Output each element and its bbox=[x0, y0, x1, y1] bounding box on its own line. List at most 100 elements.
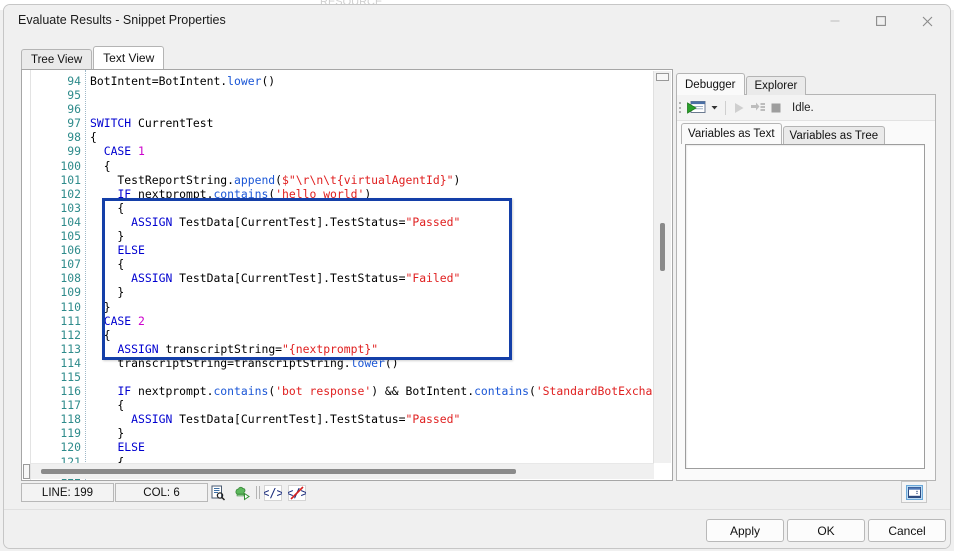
variables-output-box[interactable] bbox=[685, 144, 925, 469]
code-token: contains bbox=[474, 384, 529, 398]
code-token bbox=[131, 314, 138, 328]
code-token: { bbox=[90, 130, 97, 144]
debugger-status: Idle. bbox=[792, 102, 814, 114]
cancel-button[interactable]: Cancel bbox=[868, 519, 946, 542]
line-number: 115 bbox=[31, 370, 85, 384]
horizontal-scroll-left-cap[interactable] bbox=[23, 464, 30, 479]
code-token: nextprompt. bbox=[131, 187, 213, 201]
show-code-button[interactable]: </> bbox=[261, 483, 285, 502]
code-token: TestReportString. bbox=[90, 173, 234, 187]
status-divider-1 bbox=[256, 486, 257, 499]
code-line: } bbox=[86, 300, 653, 314]
tab-text-view[interactable]: Text View bbox=[93, 46, 164, 69]
continue-button[interactable] bbox=[730, 95, 748, 120]
editor-horizontal-scrollbar[interactable] bbox=[31, 463, 654, 479]
line-number: 100 bbox=[31, 159, 85, 173]
toggle-panel-button[interactable] bbox=[901, 481, 927, 503]
run-options-dropdown[interactable] bbox=[708, 95, 721, 120]
continue-icon bbox=[732, 101, 746, 115]
step-into-button[interactable] bbox=[748, 95, 768, 120]
tab-debugger[interactable]: Debugger bbox=[676, 73, 745, 95]
line-number: 111 bbox=[31, 314, 85, 328]
status-icon-group: </> </> bbox=[206, 483, 309, 502]
code-token: IF bbox=[117, 384, 131, 398]
close-button[interactable] bbox=[904, 5, 950, 37]
run-script-button[interactable] bbox=[230, 483, 254, 502]
window-title: Evaluate Results - Snippet Properties bbox=[18, 13, 226, 27]
screen: RESOURCE Evaluate Results - Snippet Prop… bbox=[0, 0, 954, 551]
editor-vertical-scrollbar[interactable] bbox=[653, 71, 671, 463]
tab-tree-view[interactable]: Tree View bbox=[21, 49, 92, 69]
code-token: } bbox=[90, 229, 124, 243]
code-line: TestReportString.append($"\r\n\t{virtual… bbox=[86, 173, 653, 187]
run-script-icon bbox=[234, 485, 250, 501]
line-number: 116 bbox=[31, 384, 85, 398]
line-number: 97 bbox=[31, 116, 85, 130]
code-token: { bbox=[90, 159, 111, 173]
status-col: COL: 6 bbox=[115, 483, 208, 502]
scroll-marker bbox=[656, 73, 669, 81]
code-token bbox=[90, 243, 117, 257]
code-token: ELSE bbox=[117, 440, 144, 454]
code-line: BotIntent=BotIntent.lower() bbox=[86, 74, 653, 88]
toolbar-grip[interactable] bbox=[677, 95, 685, 120]
snippet-properties-dialog: Evaluate Results - Snippet Properties Tr… bbox=[3, 4, 951, 549]
code-editor[interactable]: 9495969798991001011021031041051061071081… bbox=[21, 69, 673, 481]
line-number: 107 bbox=[31, 257, 85, 271]
code-token: "Failed" bbox=[405, 271, 460, 285]
code-token bbox=[131, 144, 138, 158]
view-tabs: Tree View Text View bbox=[21, 47, 165, 69]
code-token: { bbox=[90, 257, 124, 271]
tab-variables-as-tree[interactable]: Variables as Tree bbox=[783, 126, 886, 144]
code-token bbox=[90, 314, 104, 328]
code-token: 'StandardBotExchange' bbox=[536, 384, 653, 398]
toggle-panel-icon bbox=[906, 485, 923, 500]
vertical-scroll-thumb[interactable] bbox=[660, 223, 665, 271]
code-token: TestData[CurrentTest].TestStatus= bbox=[172, 215, 405, 229]
line-number: 94 bbox=[31, 74, 85, 88]
line-number: 98 bbox=[31, 130, 85, 144]
minimize-icon bbox=[829, 15, 841, 27]
line-number: 105 bbox=[31, 229, 85, 243]
right-panel: Debugger Explorer bbox=[676, 69, 936, 481]
line-number-gutter: 9495969798991001011021031041051061071081… bbox=[31, 70, 86, 480]
code-token: ASSIGN bbox=[117, 342, 158, 356]
apply-button[interactable]: Apply bbox=[706, 519, 784, 542]
horizontal-scroll-thumb[interactable] bbox=[41, 469, 516, 474]
code-token: ASSIGN bbox=[131, 271, 172, 285]
minimize-button[interactable] bbox=[812, 5, 858, 37]
ok-button[interactable]: OK bbox=[787, 519, 865, 542]
code-line: } bbox=[86, 285, 653, 299]
status-bar: LINE: 199 COL: 6 bbox=[21, 483, 936, 503]
code-token: () bbox=[385, 356, 399, 370]
code-line: ASSIGN TestData[CurrentTest].TestStatus=… bbox=[86, 215, 653, 229]
find-document-button[interactable] bbox=[206, 483, 230, 502]
stop-icon bbox=[770, 102, 782, 114]
code-line: SWITCH CurrentTest bbox=[86, 116, 653, 130]
run-debug-button[interactable] bbox=[685, 95, 708, 120]
line-number: 102 bbox=[31, 187, 85, 201]
code-token: { bbox=[90, 328, 111, 342]
code-token: 1 bbox=[138, 144, 145, 158]
chevron-down-icon bbox=[710, 103, 719, 112]
code-line: } bbox=[86, 426, 653, 440]
tab-explorer[interactable]: Explorer bbox=[746, 76, 807, 95]
code-line: } bbox=[86, 229, 653, 243]
code-token: "Passed" bbox=[405, 412, 460, 426]
stop-button[interactable] bbox=[768, 95, 784, 120]
code-token: } bbox=[90, 426, 124, 440]
code-text-area[interactable]: BotIntent=BotIntent.lower() SWITCH Curre… bbox=[86, 70, 653, 464]
editor-left-margin bbox=[22, 70, 31, 480]
line-number: 114 bbox=[31, 356, 85, 370]
line-number: 120 bbox=[31, 440, 85, 454]
code-token: SWITCH bbox=[90, 116, 131, 130]
code-line: ASSIGN TestData[CurrentTest].TestStatus=… bbox=[86, 412, 653, 426]
maximize-button[interactable] bbox=[858, 5, 904, 37]
code-line bbox=[86, 88, 653, 102]
code-token: ASSIGN bbox=[131, 412, 172, 426]
code-line: { bbox=[86, 328, 653, 342]
line-number: 101 bbox=[31, 173, 85, 187]
hide-code-button[interactable]: </> bbox=[285, 483, 309, 502]
tab-variables-as-text[interactable]: Variables as Text bbox=[681, 123, 782, 144]
code-line: ASSIGN transcriptString="{nextprompt}" bbox=[86, 342, 653, 356]
